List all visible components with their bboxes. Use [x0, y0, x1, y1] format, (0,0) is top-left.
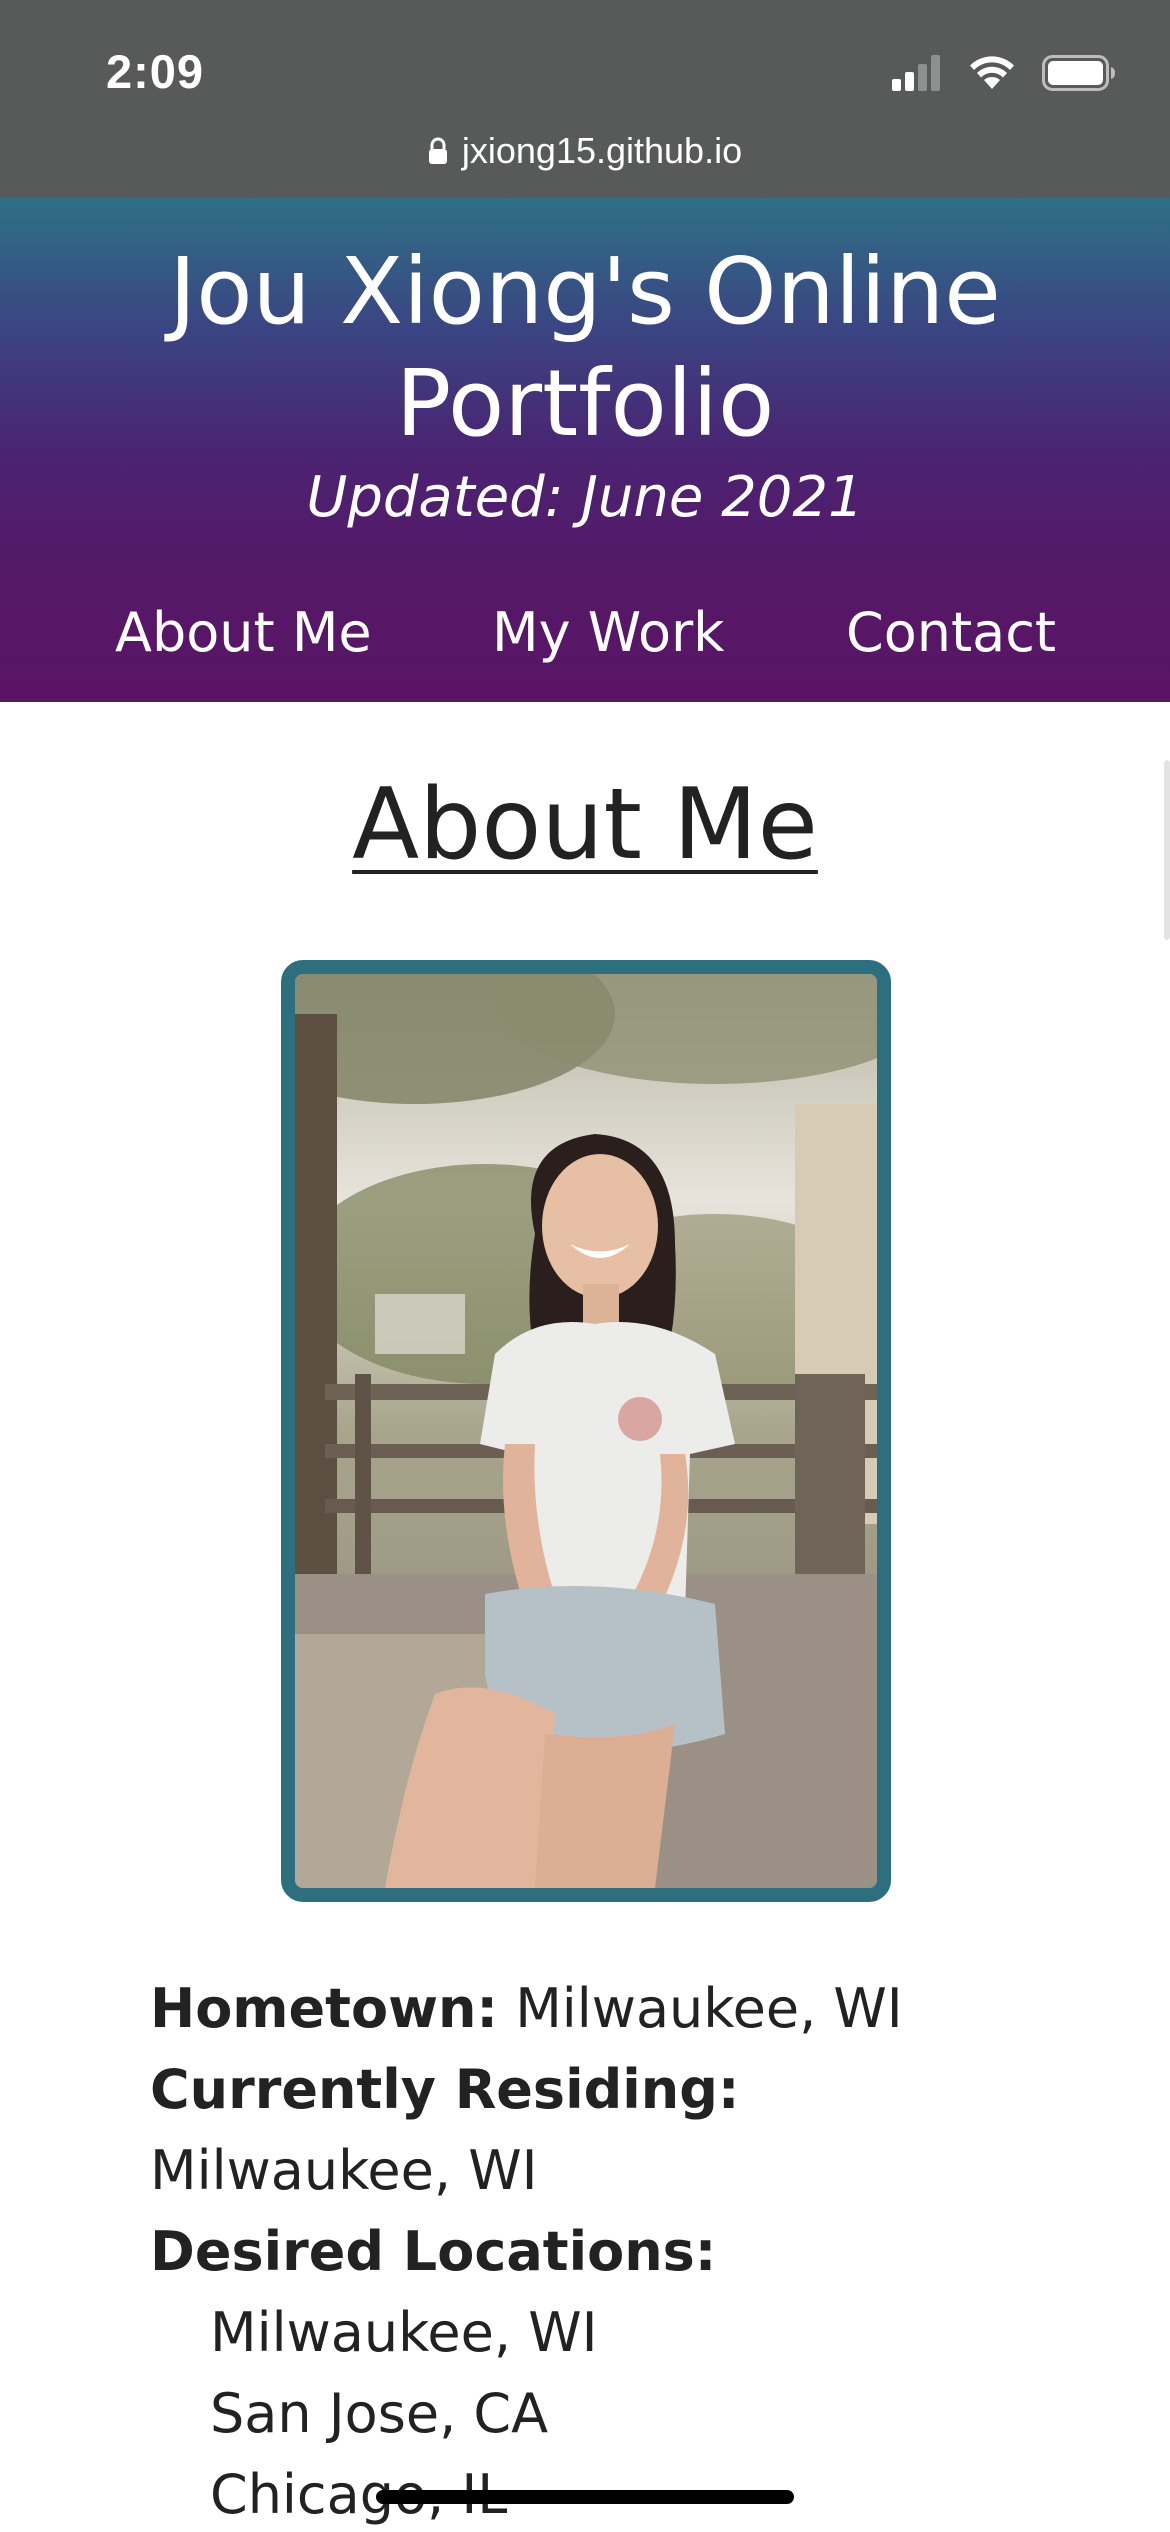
desired-location-item: Milwaukee, WI — [210, 2301, 598, 2364]
residing-label-row: Currently Residing: — [150, 2049, 1050, 2130]
status-time: 2:09 — [106, 45, 205, 98]
site-header: Jou Xiong's Online Portfolio Updated: Ju… — [0, 198, 1170, 702]
status-icons — [892, 52, 1116, 94]
desired-location-item: San Jose, CA — [210, 2382, 549, 2445]
site-title: Jou Xiong's Online Portfolio — [169, 238, 1001, 457]
scrollbar-thumb[interactable] — [1164, 760, 1170, 940]
updated-date: Updated: June 2021 — [306, 465, 864, 530]
residing-value: Milwaukee, WI — [150, 2139, 538, 2202]
nav-contact[interactable]: Contact — [846, 598, 1056, 668]
main-nav: About Me My Work Contact — [0, 598, 1170, 668]
hometown-label: Hometown: — [150, 1977, 499, 2040]
nav-my-work[interactable]: My Work — [492, 598, 724, 668]
hometown-row: Hometown: Milwaukee, WI — [150, 1968, 1050, 2049]
desired-locations-label: Desired Locations: — [150, 2220, 717, 2283]
residing-label: Currently Residing: — [150, 2058, 740, 2121]
lock-icon — [428, 137, 447, 164]
url-bar[interactable]: jxiong15.github.io — [0, 128, 1170, 174]
cellular-signal-icon — [892, 55, 940, 91]
hometown-value: Milwaukee, WI — [515, 1977, 903, 2040]
url-text: jxiong15.github.io — [461, 130, 743, 171]
profile-photo-image — [295, 974, 877, 1888]
about-details: Hometown: Milwaukee, WI Currently Residi… — [150, 1968, 1050, 2532]
home-indicator[interactable] — [376, 2490, 794, 2504]
browser-chrome: 2:09 jxiong15.github.io — [0, 0, 1170, 198]
desired-label-row: Desired Locations: — [150, 2211, 1050, 2292]
about-heading: About Me — [352, 768, 818, 882]
portfolio-page: 2:09 jxiong15.github.io Jou Xiong's Onli… — [0, 0, 1170, 2532]
battery-icon — [1042, 55, 1115, 91]
profile-photo — [281, 960, 891, 1902]
wifi-icon — [970, 56, 1014, 89]
nav-about-me[interactable]: About Me — [115, 598, 372, 668]
